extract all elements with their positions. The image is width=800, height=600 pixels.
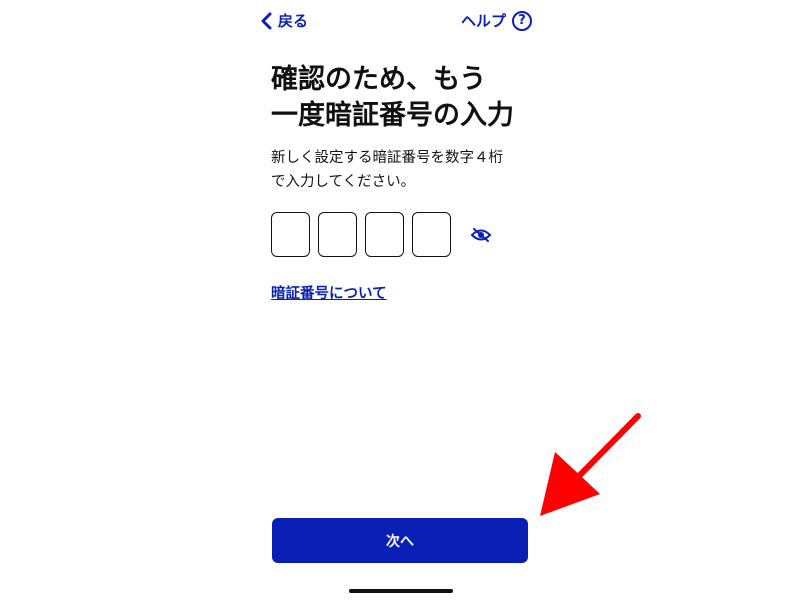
page-title-line-1: 確認のため、もう [271, 64, 487, 95]
back-label: 戻る [278, 12, 309, 30]
home-indicator [349, 589, 453, 593]
help-button[interactable]: ヘルプ ? [461, 10, 532, 31]
page-title-line-2: 一度暗証番号の入力 [271, 100, 514, 131]
next-button[interactable]: 次へ [272, 518, 528, 563]
instruction-line-1: 新しく設定する暗証番号を数字４桁 [271, 150, 503, 166]
pin-digit-2[interactable] [318, 212, 357, 257]
pin-confirm-screen: 戻る ヘルプ ? 確認のため、もう 一度暗証番号の入力 新しく設定する暗証番号を… [250, 0, 550, 600]
question-circle-icon: ? [512, 10, 532, 31]
instruction-line-2: で入力してください。 [271, 174, 416, 190]
pin-input-group [271, 212, 493, 257]
about-pin-link[interactable]: 暗証番号について [271, 282, 387, 303]
visibility-toggle[interactable] [469, 223, 493, 247]
chevron-left-icon [261, 12, 272, 29]
pin-digit-1[interactable] [271, 212, 310, 257]
back-button[interactable]: 戻る [260, 10, 308, 31]
help-label: ヘルプ [460, 12, 506, 30]
page-title: 確認のため、もう 一度暗証番号の入力 [271, 62, 541, 134]
instruction-text: 新しく設定する暗証番号を数字４桁 で入力してください。 [271, 146, 541, 194]
pin-digit-4[interactable] [412, 212, 451, 257]
pin-digit-3[interactable] [365, 212, 404, 257]
eye-slash-icon [470, 227, 492, 242]
